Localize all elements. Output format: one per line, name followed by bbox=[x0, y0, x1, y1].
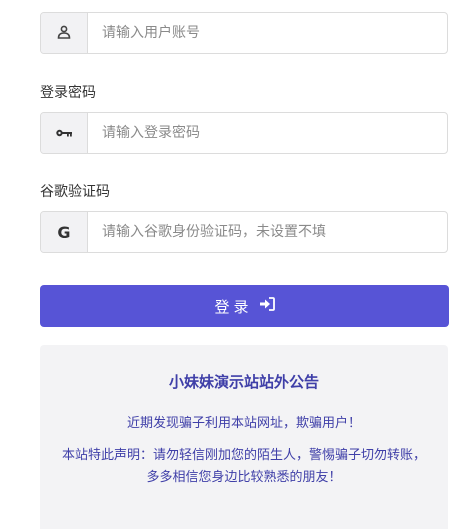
username-field bbox=[40, 12, 448, 54]
login-button-label: 登录 bbox=[214, 297, 253, 316]
google-icon: G bbox=[57, 222, 71, 242]
username-input[interactable] bbox=[88, 13, 447, 53]
notice-title: 小妹妹演示站站外公告 bbox=[168, 373, 319, 391]
sign-in-icon bbox=[259, 297, 275, 315]
notice-line-2: 本站特此声明：请勿轻信刚加您的陌生人，警惕骗子切勿转账，多多相信您身边比较熟悉的… bbox=[61, 448, 426, 485]
google-code-field: G bbox=[40, 211, 448, 253]
user-icon bbox=[57, 24, 71, 43]
notice-line-1: 近期发现骗子利用本站网址，欺骗用户！ bbox=[126, 416, 361, 431]
username-addon bbox=[41, 13, 88, 53]
notice-panel: 小妹妹演示站站外公告 近期发现骗子利用本站网址，欺骗用户！ 本站特此声明：请勿轻… bbox=[40, 345, 448, 529]
google-code-label: 谷歌验证码 bbox=[40, 184, 110, 200]
google-code-addon: G bbox=[41, 212, 88, 252]
password-input[interactable] bbox=[88, 113, 447, 153]
password-label: 登录密码 bbox=[40, 85, 96, 101]
password-addon bbox=[41, 113, 88, 153]
password-field bbox=[40, 112, 448, 154]
key-icon bbox=[55, 124, 73, 143]
google-code-input[interactable] bbox=[88, 212, 447, 252]
login-button[interactable]: 登录 bbox=[40, 285, 449, 327]
